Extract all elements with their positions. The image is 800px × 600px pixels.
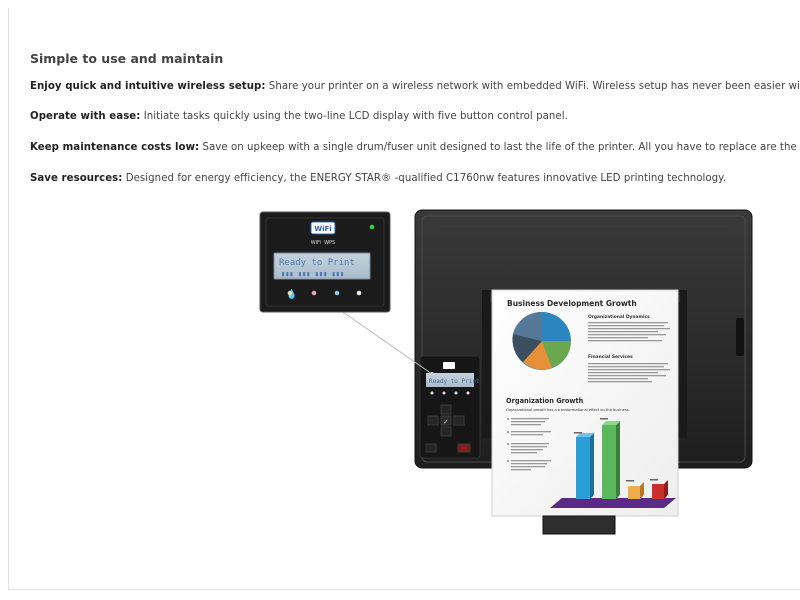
lcd-text: Ready to Print (279, 258, 355, 268)
wifi-badge-label: WiFi (314, 225, 331, 233)
power-led-icon (369, 224, 375, 230)
paper-title: Business Development Growth (507, 299, 637, 308)
magenta-toner-icon (311, 290, 317, 296)
control-panel-zoom-callout: WiFi WiFi WPS Ready to Print ▮▮▮ ▮▮▮ ▮▮▮… (259, 211, 391, 313)
black-toner-icon (356, 290, 362, 296)
zoom-leader-dot (430, 372, 434, 376)
svg-text:Ready to Print: Ready to Print (429, 378, 480, 385)
paper-section-intro: Organizational growth has a transformati… (506, 408, 630, 412)
svg-text:▮▮▮ ▮▮▮ ▮▮▮ ▮▮▮: ▮▮▮ ▮▮▮ ▮▮▮ ▮▮▮ (281, 270, 344, 278)
printed-paper-sheet: Business Development Growth Organization… (491, 289, 679, 517)
paper-section-title: Organization Growth (506, 397, 584, 405)
wifi-wps-label: WiFi WPS (311, 240, 335, 246)
printer-product-image: Ready to Print ✓ WiFi WiFi WPS Ready to … (259, 209, 753, 535)
svg-text:✓: ✓ (443, 418, 449, 426)
printer-front-control-panel: Ready to Print ✓ (419, 355, 481, 459)
yellow-toner-icon (287, 290, 293, 296)
paper-subheading-1: Organizational Dynamics (588, 314, 650, 320)
cyan-toner-icon (334, 290, 340, 296)
paper-subheading-2: Financial Services (588, 354, 633, 360)
paper-tray-extension (542, 515, 616, 535)
